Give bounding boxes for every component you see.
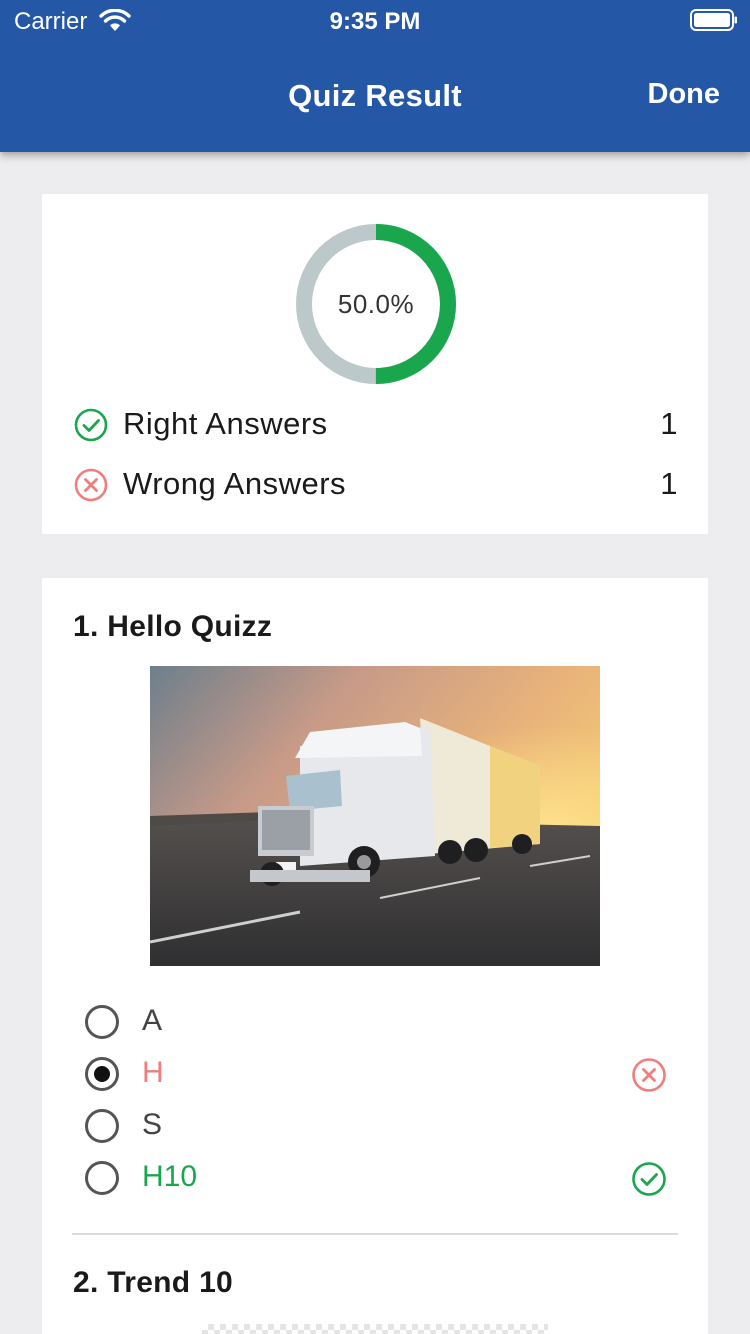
answer-option[interactable]: H [85,1056,667,1096]
option-label: H10 [142,1160,198,1193]
radio-button[interactable] [85,1005,119,1039]
page-title: Quiz Result [288,78,462,113]
status-bar: Carrier 9:35 PM [0,0,750,40]
option-label: S [142,1108,163,1141]
wrong-answers-count: 1 [660,466,678,501]
check-circle-icon [74,408,108,442]
question-image [150,666,600,966]
answer-option[interactable]: A [85,1004,667,1044]
x-circle-icon [632,1058,666,1092]
wrong-answers-label: Wrong Answers [123,466,347,501]
summary-card: 50.0% Right Answers 1 Wrong Answers 1 [42,194,708,534]
image-loading-placeholder [202,1324,548,1334]
status-time: 9:35 PM [329,8,421,35]
truck-photo [150,666,600,966]
radio-button-selected[interactable] [85,1057,119,1091]
right-answers-row: Right Answers 1 [74,404,678,444]
radio-button[interactable] [85,1109,119,1143]
radio-button[interactable] [85,1161,119,1195]
right-answers-label: Right Answers [123,406,328,441]
option-label: H [142,1056,164,1089]
questions-card: 1. Hello Quizz A H S H10 2. Trend 10 [42,578,708,1334]
battery-icon [690,9,737,31]
divider [72,1233,678,1235]
score-percent: 50.0% [337,289,415,319]
option-label: A [142,1004,163,1037]
answer-option[interactable]: S [85,1108,667,1148]
right-answers-count: 1 [660,406,678,441]
x-circle-icon [74,468,108,502]
question-title: 2. Trend 10 [73,1266,234,1299]
check-circle-icon [632,1162,666,1196]
question-title: 1. Hello Quizz [73,610,273,643]
wrong-answers-row: Wrong Answers 1 [74,464,678,504]
answer-option[interactable]: H10 [85,1160,667,1200]
nav-header: Carrier 9:35 PM Quiz Result Done [0,0,750,152]
done-button[interactable]: Done [648,78,721,111]
